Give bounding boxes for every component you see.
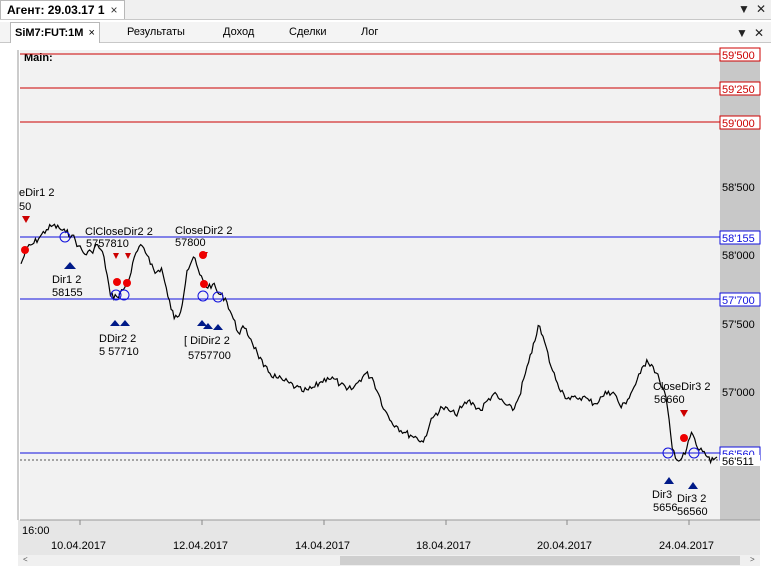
y-tick-label: 57'500: [722, 319, 755, 331]
close-icon[interactable]: ×: [88, 27, 94, 39]
agent-tab[interactable]: Агент: 29.03.17 1 ×: [0, 0, 125, 19]
y-tick-label: 58'000: [722, 250, 755, 262]
last-price-label: 56'511: [722, 456, 754, 468]
x-tick-label: 20.04.2017: [537, 540, 592, 552]
trade-annotation: eDir1 2: [19, 187, 54, 199]
trade-annotation: 5656: [653, 502, 677, 514]
trade-annotation: 50: [19, 201, 31, 213]
scroll-right-icon[interactable]: >: [750, 555, 755, 564]
trade-annotation: CloseDir2 2: [175, 225, 232, 237]
entry-dot-icon: [200, 280, 208, 288]
red-level-label: 59'250: [722, 84, 755, 96]
trade-annotation: Dir1 2: [52, 274, 81, 286]
window-close-icon[interactable]: ✕: [756, 2, 766, 16]
strategy-tabbar: SiM7:FUT:1M × Результаты Доход Сделки Лог…: [0, 22, 771, 43]
entry-dot-icon: [680, 434, 688, 442]
trade-annotation: Dir3: [652, 489, 672, 501]
red-level-label: 59'500: [722, 50, 755, 62]
price-chart[interactable]: < > Main: 16:00 58'500 58'000 57'500 57'…: [0, 43, 771, 566]
trade-annotation: CloseDir3 2: [653, 381, 710, 393]
entry-dot-icon: [21, 246, 29, 254]
tab-trades[interactable]: Сделки: [289, 22, 327, 42]
entry-dot-icon: [199, 251, 207, 259]
trade-annotation: 5757700: [188, 350, 231, 362]
red-level-label: 59'000: [722, 118, 755, 130]
x-tick-label: 14.04.2017: [295, 540, 350, 552]
blue-level-label: 57'700: [722, 295, 755, 307]
x-tick-label: 24.04.2017: [659, 540, 714, 552]
entry-dot-icon: [113, 278, 121, 286]
time-label: 16:00: [22, 525, 50, 537]
tab-results[interactable]: Результаты: [127, 22, 185, 42]
tab-log[interactable]: Лог: [361, 22, 378, 42]
scroll-left-icon[interactable]: <: [23, 555, 28, 564]
trade-annotation: 5757810: [86, 238, 129, 250]
window-titlebar: Агент: 29.03.17 1 × ▼ ✕: [0, 0, 771, 20]
entry-dot-icon: [123, 279, 131, 287]
trade-annotation: 58155: [52, 287, 83, 299]
trade-annotation: Dir3 2: [677, 493, 706, 505]
agent-tab-title: Агент: 29.03.17 1: [7, 3, 105, 17]
tab-sim7-fut[interactable]: SiM7:FUT:1M ×: [10, 22, 100, 43]
blue-level-label: 58'155: [722, 233, 755, 245]
trade-annotation: DDir2 2: [99, 333, 136, 345]
tab-close-icon[interactable]: ✕: [754, 26, 764, 40]
tab-income[interactable]: Доход: [223, 22, 254, 42]
trade-annotation: 56560: [677, 506, 708, 518]
trade-annotation: ClCloseDir2 2: [85, 226, 153, 238]
x-tick-label: 18.04.2017: [416, 540, 471, 552]
chart-svg[interactable]: < > Main: 16:00 58'500 58'000 57'500 57'…: [0, 43, 771, 566]
trade-annotation: [ DiDir2 2: [184, 335, 230, 347]
x-tick-label: 12.04.2017: [173, 540, 228, 552]
trade-annotation: 5 57710: [99, 346, 139, 358]
close-icon[interactable]: ×: [111, 3, 118, 17]
trade-annotation: 56660: [654, 394, 685, 406]
y-tick-label: 57'000: [722, 387, 755, 399]
tab-dropdown-icon[interactable]: ▼: [736, 26, 748, 40]
window-menu-icon[interactable]: ▼: [738, 2, 750, 16]
x-tick-label: 10.04.2017: [51, 540, 106, 552]
trade-annotation: 57800: [175, 237, 206, 249]
tab-sim7-fut-label: SiM7:FUT:1M: [15, 27, 84, 39]
y-tick-label: 58'500: [722, 182, 755, 194]
scrollbar-thumb[interactable]: [340, 556, 740, 565]
